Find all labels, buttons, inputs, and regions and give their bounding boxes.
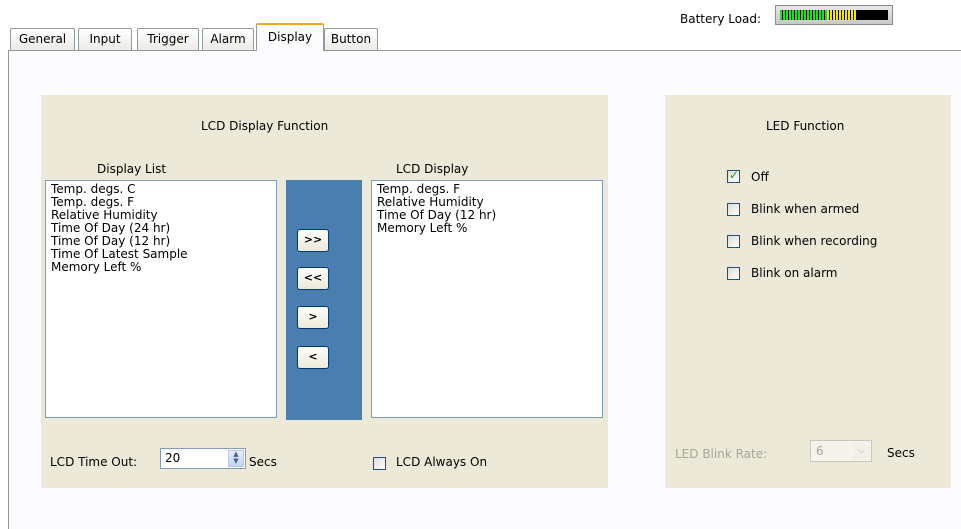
lcd-display-list-box[interactable]: Temp. degs. F Relative Humidity Time Of Da… [371, 180, 603, 418]
battery-load-meter [775, 5, 893, 25]
lcd-display-list-item[interactable]: Memory Left % [377, 222, 597, 235]
led-blink-armed-label: Blink when armed [751, 202, 860, 216]
tab-button[interactable]: Button [324, 28, 378, 50]
tab-trigger[interactable]: Trigger [137, 28, 199, 50]
tab-display[interactable]: Display [256, 23, 324, 51]
lcd-timeout-stepper[interactable]: 20 ▲ ▼ [160, 448, 246, 469]
led-blink-rate-label: LED Blink Rate: [675, 447, 768, 461]
led-function-group: LED Function ✓ Off Blink when armed Blin… [665, 95, 951, 488]
lcd-timeout-unit: Secs [249, 455, 277, 469]
led-blink-rate-select[interactable]: 6 ⌵ [810, 440, 872, 462]
led-blink-rate-value: 6 [816, 444, 824, 458]
tab-general[interactable]: General [10, 28, 75, 50]
lcd-always-on-label: LCD Always On [396, 455, 488, 469]
lcd-display-function-group: LCD Display Function Display List LCD Di… [41, 95, 608, 488]
battery-load-label: Battery Load: [680, 12, 762, 26]
display-list-label: Display List [97, 162, 167, 176]
led-blink-recording-label: Blink when recording [751, 234, 878, 248]
display-list-item[interactable]: Memory Left % [51, 261, 271, 274]
led-off-label: Off [751, 170, 769, 184]
lcd-timeout-value[interactable]: 20 [165, 451, 180, 465]
lcd-group-title: LCD Display Function [201, 119, 329, 133]
stepper-arrows-icon[interactable]: ▲ ▼ [228, 450, 244, 467]
add-button[interactable]: > [297, 306, 329, 329]
tab-input[interactable]: Input [78, 28, 132, 50]
led-blink-recording-checkbox[interactable] [727, 235, 740, 248]
display-tab-panel: LCD Display Function Display List LCD Di… [8, 50, 961, 529]
lcd-always-on-checkbox[interactable] [373, 457, 386, 470]
checkmark-icon: ✓ [729, 168, 740, 182]
transfer-button-column: >> << > < [286, 180, 362, 420]
led-off-checkbox[interactable]: ✓ [727, 168, 740, 183]
led-blink-alarm-label: Blink on alarm [751, 266, 838, 280]
led-blink-armed-checkbox[interactable] [727, 203, 740, 216]
led-blink-alarm-checkbox[interactable] [727, 267, 740, 280]
lcd-display-label: LCD Display [396, 162, 469, 176]
remove-button[interactable]: < [297, 346, 329, 369]
led-blink-rate-unit: Secs [887, 446, 915, 460]
lcd-timeout-label: LCD Time Out: [50, 455, 138, 469]
tab-alarm[interactable]: Alarm [202, 28, 254, 50]
led-group-title: LED Function [766, 119, 845, 133]
add-all-button[interactable]: >> [297, 229, 329, 252]
chevron-down-icon[interactable]: ⌵ [853, 442, 870, 460]
remove-all-button[interactable]: << [297, 267, 329, 290]
display-list-box[interactable]: Temp. degs. C Temp. degs. F Relative Humid… [45, 180, 277, 418]
